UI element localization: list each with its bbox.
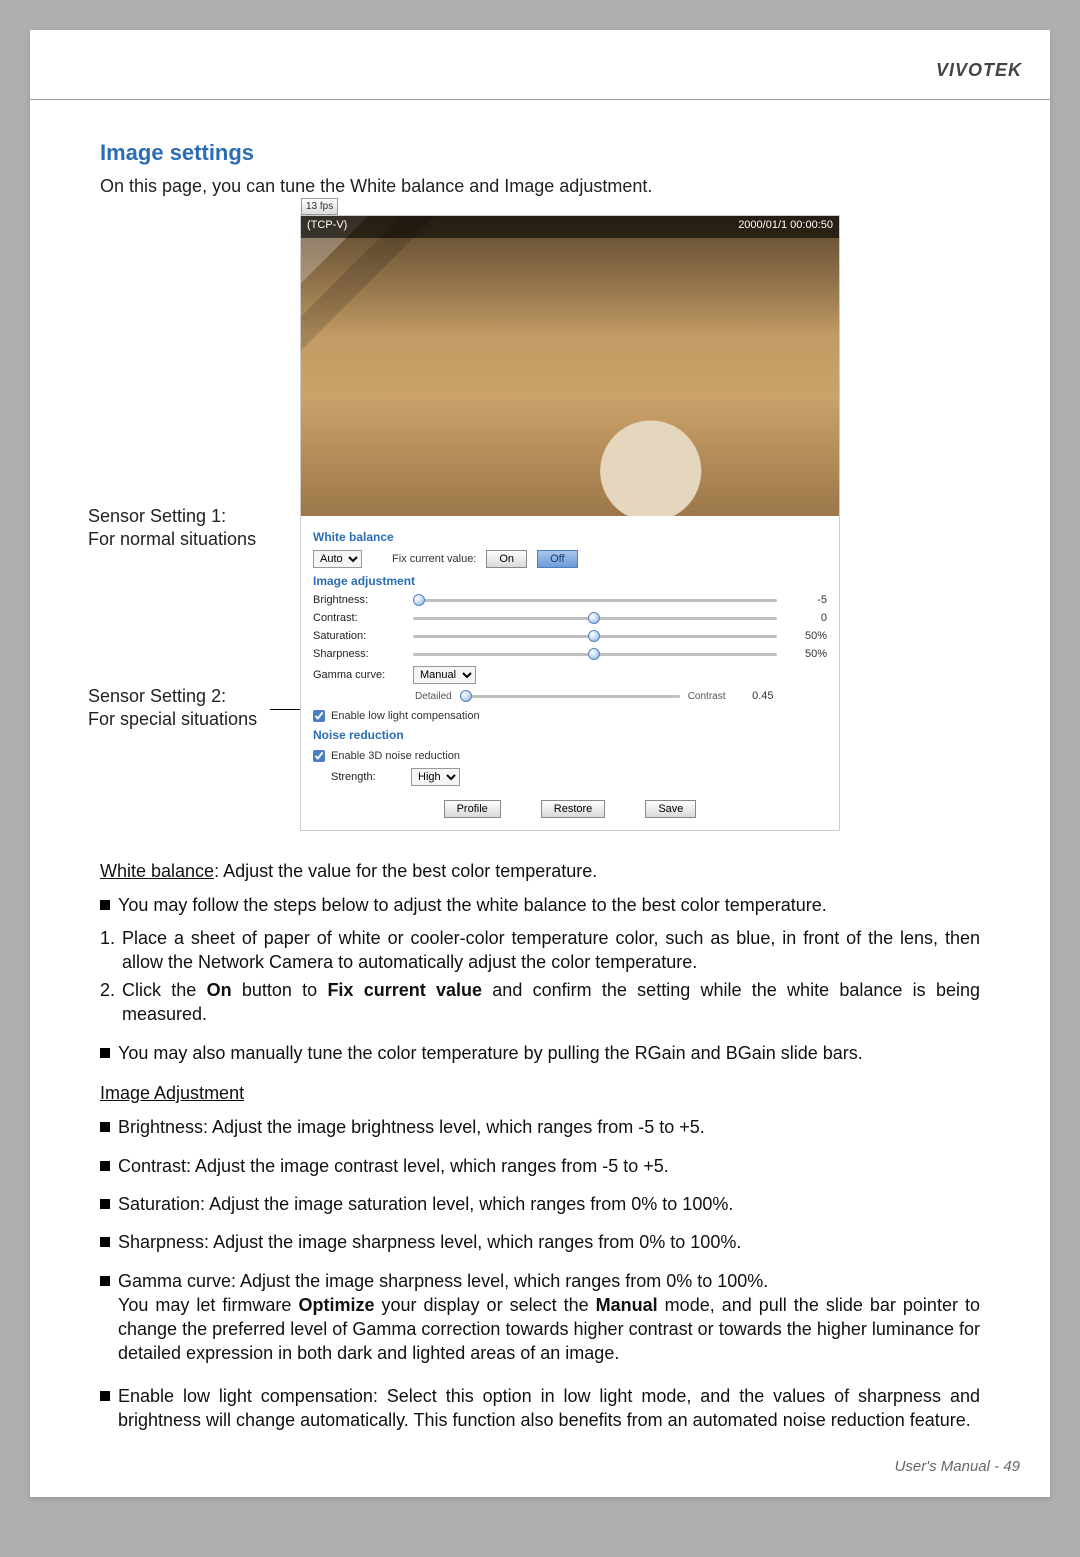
- contrast-slider[interactable]: [413, 617, 777, 620]
- anno2-title: Sensor Setting 2:: [88, 685, 257, 708]
- bullet-icon: [100, 900, 110, 910]
- saturation-value: 50%: [787, 630, 827, 642]
- step-2: 2. Click the On button to Fix current va…: [100, 978, 980, 1027]
- action-buttons: Profile Restore Save: [313, 800, 827, 818]
- ia-saturation: Saturation: Adjust the image saturation …: [100, 1192, 980, 1216]
- document-page: VIVOTEK Image settings On this page, you…: [30, 30, 1050, 1497]
- wb-bullet1: You may follow the steps below to adjust…: [100, 893, 980, 917]
- stream-label: (TCP-V): [307, 219, 347, 235]
- lowlight-checkbox-row: Enable low light compensation: [313, 710, 827, 722]
- lowlight-label: Enable low light compensation: [331, 710, 480, 722]
- brightness-row: Brightness: -5: [313, 594, 827, 606]
- step-1: 1.Place a sheet of paper of white or coo…: [100, 926, 980, 975]
- video-overlay: (TCP-V) 2000/01/1 00:00:50: [301, 216, 839, 238]
- brightness-slider[interactable]: [413, 599, 777, 602]
- video-preview: (TCP-V) 2000/01/1 00:00:50: [301, 216, 839, 516]
- ia-gamma: Gamma curve: Adjust the image sharpness …: [100, 1269, 980, 1366]
- sharpness-value: 50%: [787, 648, 827, 660]
- bullet-icon: [100, 1048, 110, 1058]
- wb-para: White balance: Adjust the value for the …: [100, 859, 980, 883]
- gamma-detailed-label: Detailed: [415, 691, 452, 702]
- profile-button[interactable]: Profile: [444, 800, 501, 818]
- brightness-label: Brightness:: [313, 594, 403, 606]
- numbered-list: 1.Place a sheet of paper of white or coo…: [100, 926, 980, 1027]
- bullet-icon: [100, 1276, 110, 1286]
- gamma-value: 0.45: [734, 690, 774, 702]
- white-balance-heading: White balance: [313, 530, 827, 544]
- bullet-icon: [100, 1122, 110, 1132]
- contrast-value: 0: [787, 612, 827, 624]
- bullet-icon: [100, 1391, 110, 1401]
- contrast-row: Contrast: 0: [313, 612, 827, 624]
- gamma-row: Gamma curve: Manual: [313, 666, 827, 684]
- strength-label: Strength:: [331, 771, 401, 783]
- anno2-desc: For special situations: [88, 708, 257, 731]
- enable3d-checkbox-row: Enable 3D noise reduction: [313, 750, 827, 762]
- wb-fix-label: Fix current value:: [392, 553, 476, 565]
- strength-row: Strength: High: [331, 768, 827, 786]
- lowlight-checkbox[interactable]: [313, 710, 325, 722]
- ia-heading: Image Adjustment: [100, 1081, 980, 1105]
- brand-label: VIVOTEK: [936, 60, 1022, 81]
- brightness-value: -5: [787, 594, 827, 606]
- page-header: VIVOTEK: [30, 30, 1050, 100]
- wb-mode-select[interactable]: Auto: [313, 550, 362, 568]
- page-footer: User's Manual - 49: [895, 1458, 1020, 1475]
- enable3d-label: Enable 3D noise reduction: [331, 750, 460, 762]
- white-balance-row: Auto Fix current value: On Off: [313, 550, 827, 568]
- sharpness-row: Sharpness: 50%: [313, 648, 827, 660]
- anno1-title: Sensor Setting 1:: [88, 505, 256, 528]
- gamma-contrast-label: Contrast: [688, 691, 726, 702]
- wb-off-button[interactable]: Off: [537, 550, 577, 568]
- gamma-mode-select[interactable]: Manual: [413, 666, 476, 684]
- contrast-label: Contrast:: [313, 612, 403, 624]
- restore-button[interactable]: Restore: [541, 800, 606, 818]
- ia-lowlight: Enable low light compensation: Select th…: [100, 1384, 980, 1433]
- image-adjustment-heading: Image adjustment: [313, 574, 827, 588]
- body-text: White balance: Adjust the value for the …: [100, 859, 980, 1432]
- fps-indicator: 13 fps: [301, 198, 338, 215]
- settings-panel: 13 fps (TCP-V) 2000/01/1 00:00:50 White …: [300, 215, 840, 831]
- page-content: Image settings On this page, you can tun…: [30, 100, 1050, 1432]
- save-button[interactable]: Save: [645, 800, 696, 818]
- settings-body: White balance Auto Fix current value: On…: [301, 516, 839, 830]
- wb-bullet2: You may also manually tune the color tem…: [100, 1041, 980, 1065]
- saturation-label: Saturation:: [313, 630, 403, 642]
- gamma-slider[interactable]: [460, 695, 680, 698]
- section-title: Image settings: [100, 140, 980, 166]
- gamma-label: Gamma curve:: [313, 669, 403, 681]
- ia-contrast: Contrast: Adjust the image contrast leve…: [100, 1154, 980, 1178]
- sharpness-slider[interactable]: [413, 653, 777, 656]
- annotation-sensor1: Sensor Setting 1: For normal situations: [88, 505, 256, 552]
- intro-text: On this page, you can tune the White bal…: [100, 176, 980, 197]
- annotation-sensor2: Sensor Setting 2: For special situations: [88, 685, 257, 732]
- noise-reduction-heading: Noise reduction: [313, 728, 827, 742]
- bullet-icon: [100, 1161, 110, 1171]
- video-timestamp: 2000/01/1 00:00:50: [738, 219, 833, 235]
- saturation-row: Saturation: 50%: [313, 630, 827, 642]
- anno1-desc: For normal situations: [88, 528, 256, 551]
- ia-sharpness: Sharpness: Adjust the image sharpness le…: [100, 1230, 980, 1254]
- wb-on-button[interactable]: On: [486, 550, 527, 568]
- bullet-icon: [100, 1199, 110, 1209]
- ia-brightness: Brightness: Adjust the image brightness …: [100, 1115, 980, 1139]
- saturation-slider[interactable]: [413, 635, 777, 638]
- strength-select[interactable]: High: [411, 768, 460, 786]
- enable3d-checkbox[interactable]: [313, 750, 325, 762]
- bullet-icon: [100, 1237, 110, 1247]
- wb-underline: White balance: [100, 861, 214, 881]
- sharpness-label: Sharpness:: [313, 648, 403, 660]
- gamma-sub-row: Detailed Contrast 0.45: [415, 690, 827, 702]
